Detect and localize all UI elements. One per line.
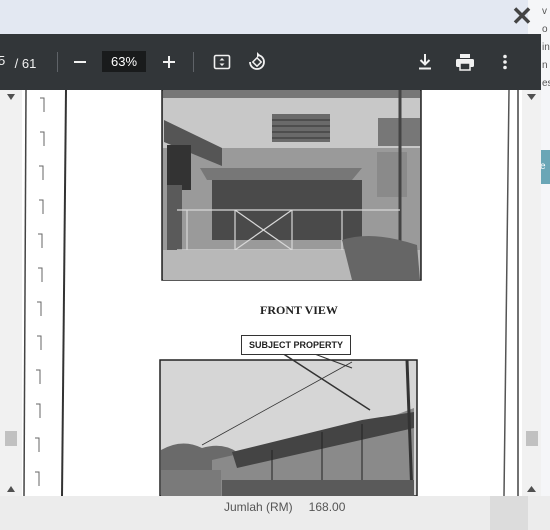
fit-page-icon[interactable]	[208, 48, 236, 76]
background-footer-block	[490, 496, 528, 530]
print-icon[interactable]	[451, 48, 479, 76]
toolbar-divider	[193, 52, 194, 72]
pdf-viewer: 5 / 61 63% FRONT VIEW SUBJECT PROPERTY	[0, 34, 541, 496]
background-text: o	[542, 24, 548, 35]
plus-icon[interactable]	[155, 48, 183, 76]
background-text: es	[542, 78, 550, 89]
page-scan	[23, 90, 519, 496]
download-icon[interactable]	[411, 48, 439, 76]
subject-property-photo	[159, 359, 418, 496]
pdf-page: FRONT VIEW SUBJECT PROPERTY	[22, 90, 522, 496]
photo-caption: FRONT VIEW	[260, 303, 338, 317]
rotate-icon[interactable]	[243, 48, 271, 76]
more-icon[interactable]	[491, 48, 519, 76]
background-teal-tab[interactable]: e	[540, 150, 550, 184]
background-text: n	[542, 60, 548, 71]
page-indicator: 5 / 61	[0, 53, 36, 71]
background-text: in	[542, 42, 550, 53]
minus-icon[interactable]	[66, 48, 94, 76]
page-total: / 61	[14, 56, 37, 71]
zoom-input[interactable]: 63%	[102, 51, 146, 72]
front-view-photo	[161, 90, 422, 281]
document-area: FRONT VIEW SUBJECT PROPERTY	[0, 90, 541, 496]
background-text: v	[542, 6, 547, 17]
left-scrollbar[interactable]	[0, 90, 22, 496]
footer-total-label: Jumlah (RM)	[224, 500, 293, 514]
right-scrollbar[interactable]	[522, 90, 541, 496]
close-icon[interactable]: ✕	[508, 2, 536, 30]
left-scroll-thumb[interactable]	[5, 431, 17, 446]
page-current-input[interactable]: 5	[0, 53, 6, 68]
pdf-toolbar: 5 / 61 63%	[0, 34, 541, 90]
toolbar-divider	[57, 52, 58, 72]
footer-total-value: 168.00	[308, 500, 346, 514]
subject-property-label: SUBJECT PROPERTY	[241, 335, 351, 355]
footer-total: Jumlah (RM) 168.00	[224, 500, 345, 514]
right-scroll-thumb[interactable]	[526, 431, 538, 446]
